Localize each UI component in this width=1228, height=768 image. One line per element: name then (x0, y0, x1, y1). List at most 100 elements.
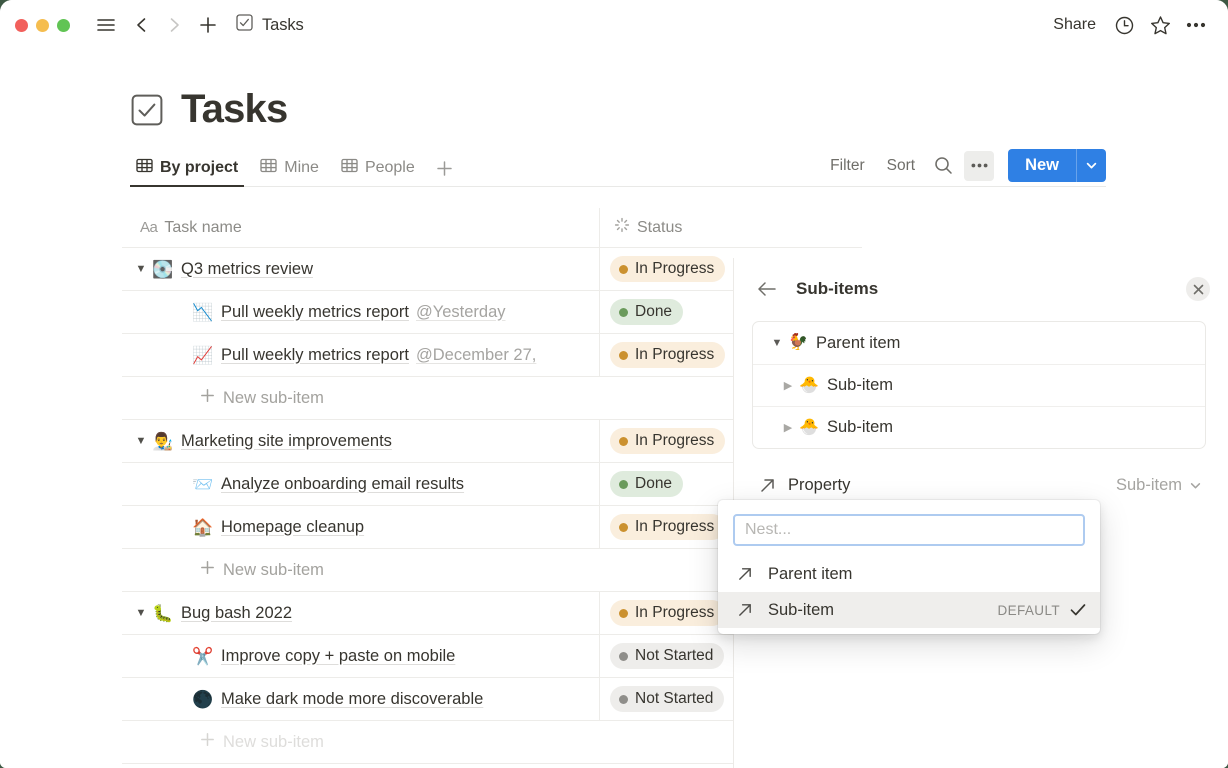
new-subitem-label: New sub-item (223, 389, 324, 408)
status-badge: Done (610, 471, 683, 497)
nest-search-wrapper (718, 514, 1100, 556)
more-menu-icon[interactable] (1178, 9, 1214, 41)
status-badge: In Progress (610, 256, 725, 282)
status-dot (619, 480, 628, 489)
status-label: Done (635, 303, 672, 321)
history-clock-icon[interactable] (1106, 9, 1142, 41)
tab-mine[interactable]: Mine (254, 150, 325, 186)
column-header-task-name[interactable]: Aa Task name (122, 208, 600, 247)
status-label: In Progress (635, 518, 714, 536)
new-page-icon[interactable] (196, 13, 220, 37)
chevron-down-icon[interactable] (1189, 479, 1202, 492)
dropdown-option-parent-item[interactable]: Parent item (718, 556, 1100, 592)
status-dot (619, 308, 628, 317)
row-name-cell[interactable]: 📨 Analyze onboarding email results (122, 463, 600, 505)
new-button-group: New (1008, 149, 1106, 182)
new-subitem-button[interactable]: New sub-item (200, 560, 324, 580)
table-view-icon (341, 157, 358, 179)
page-checkbox-icon[interactable] (130, 93, 164, 127)
row-name-cell[interactable]: ▼ 👨‍🎨 Marketing site improvements (122, 420, 600, 462)
row-title[interactable]: Bug bash 2022 (181, 604, 292, 623)
row-mention[interactable]: @Yesterday (416, 303, 506, 322)
close-window-button[interactable] (15, 19, 28, 32)
status-dot (619, 265, 628, 274)
row-name-cell[interactable]: 🏠 Homepage cleanup (122, 506, 600, 548)
minimize-window-button[interactable] (36, 19, 49, 32)
row-name-cell[interactable]: 🌑 Make dark mode more discoverable (122, 678, 600, 720)
nest-search-input[interactable] (733, 514, 1085, 546)
row-name-cell[interactable]: 📉 Pull weekly metrics report @Yesterday (122, 291, 600, 333)
breadcrumb-label: Tasks (262, 16, 304, 35)
row-name-cell[interactable]: ▼ 🐛 Bug bash 2022 (122, 592, 600, 634)
row-mention[interactable]: @December 27, (416, 346, 536, 365)
dropdown-option-sub-item[interactable]: Sub-item DEFAULT (718, 592, 1100, 628)
row-title[interactable]: Improve copy + paste on mobile (221, 647, 455, 666)
back-arrow-icon[interactable] (756, 278, 778, 300)
status-label: In Progress (635, 346, 714, 364)
expand-triangle-icon[interactable]: ▶ (778, 421, 798, 434)
row-title[interactable]: Homepage cleanup (221, 518, 364, 537)
row-name-cell[interactable]: ✂️ Improve copy + paste on mobile (122, 635, 600, 677)
row-title[interactable]: Analyze onboarding email results (221, 475, 464, 494)
nest-row-sub-item[interactable]: ▶ 🐣 Sub-item (753, 364, 1205, 406)
row-name-cell[interactable]: 📈 Pull weekly metrics report @December 2… (122, 334, 600, 376)
row-emoji: 📈 (192, 347, 214, 364)
sidebar-toggle-icon[interactable] (94, 13, 118, 37)
maximize-window-button[interactable] (57, 19, 70, 32)
traffic-lights (15, 19, 70, 32)
row-title[interactable]: Q3 metrics review (181, 260, 313, 279)
row-title[interactable]: Pull weekly metrics report (221, 303, 409, 322)
breadcrumb[interactable]: Tasks (236, 14, 304, 36)
tab-label: Mine (284, 159, 319, 177)
tab-people[interactable]: People (335, 150, 421, 186)
status-badge: In Progress (610, 342, 725, 368)
tab-label: By project (160, 159, 238, 177)
status-label: Not Started (635, 647, 713, 665)
status-dot (619, 609, 628, 618)
add-view-icon[interactable] (431, 150, 459, 186)
row-title[interactable]: Marketing site improvements (181, 432, 392, 451)
spinner-icon (614, 217, 630, 238)
plus-icon (200, 732, 215, 752)
chevron-down-icon[interactable] (1076, 149, 1106, 182)
view-more-options-icon[interactable] (964, 151, 994, 181)
expand-triangle-icon[interactable]: ▶ (778, 379, 798, 392)
collapse-triangle-icon[interactable]: ▼ (130, 263, 152, 275)
filter-button[interactable]: Filter (821, 152, 873, 180)
nest-emoji: 🐣 (798, 378, 820, 394)
row-name-cell[interactable]: ▼ 💽 Q3 metrics review (122, 248, 600, 290)
new-button[interactable]: New (1008, 149, 1076, 182)
property-label: Property (788, 476, 1116, 495)
nest-row-sub-item[interactable]: ▶ 🐣 Sub-item (753, 406, 1205, 448)
navigate-forward-icon[interactable] (163, 13, 185, 37)
sort-button[interactable]: Sort (878, 152, 924, 180)
new-subitem-button[interactable]: New sub-item (200, 732, 324, 752)
nest-label: Parent item (816, 334, 900, 353)
nest-emoji: 🐣 (798, 420, 820, 436)
row-title[interactable]: Pull weekly metrics report (221, 346, 409, 365)
collapse-triangle-icon[interactable]: ▼ (767, 337, 787, 349)
nest-row-parent-item[interactable]: ▼ 🐓 Parent item (753, 322, 1205, 364)
collapse-triangle-icon[interactable]: ▼ (130, 435, 152, 447)
plus-icon (200, 388, 215, 408)
collapse-triangle-icon[interactable]: ▼ (130, 607, 152, 619)
table-header-row: Aa Task name (122, 208, 862, 248)
page-title[interactable]: Tasks (181, 87, 287, 132)
row-title[interactable]: Make dark mode more discoverable (221, 690, 483, 709)
nest-preview-card: ▼ 🐓 Parent item ▶ 🐣 Sub-item ▶ 🐣 Sub-ite… (752, 321, 1206, 449)
tab-by-project[interactable]: By project (130, 150, 244, 186)
breadcrumb-checkbox-icon (236, 14, 253, 36)
search-icon[interactable] (928, 151, 958, 181)
close-icon[interactable] (1186, 277, 1210, 301)
view-actions: Filter Sort New (821, 149, 1106, 186)
nest-dropdown-menu: Parent item Sub-item DEFAULT (718, 500, 1100, 634)
status-dot (619, 437, 628, 446)
share-button[interactable]: Share (1043, 11, 1106, 39)
status-label: In Progress (635, 432, 714, 450)
row-emoji: 📉 (192, 304, 214, 321)
column-header-status[interactable]: Status (600, 208, 862, 247)
navigate-back-icon[interactable] (131, 13, 153, 37)
new-subitem-button[interactable]: New sub-item (200, 388, 324, 408)
panel-title: Sub-items (796, 279, 1186, 299)
favorite-star-icon[interactable] (1142, 9, 1178, 41)
